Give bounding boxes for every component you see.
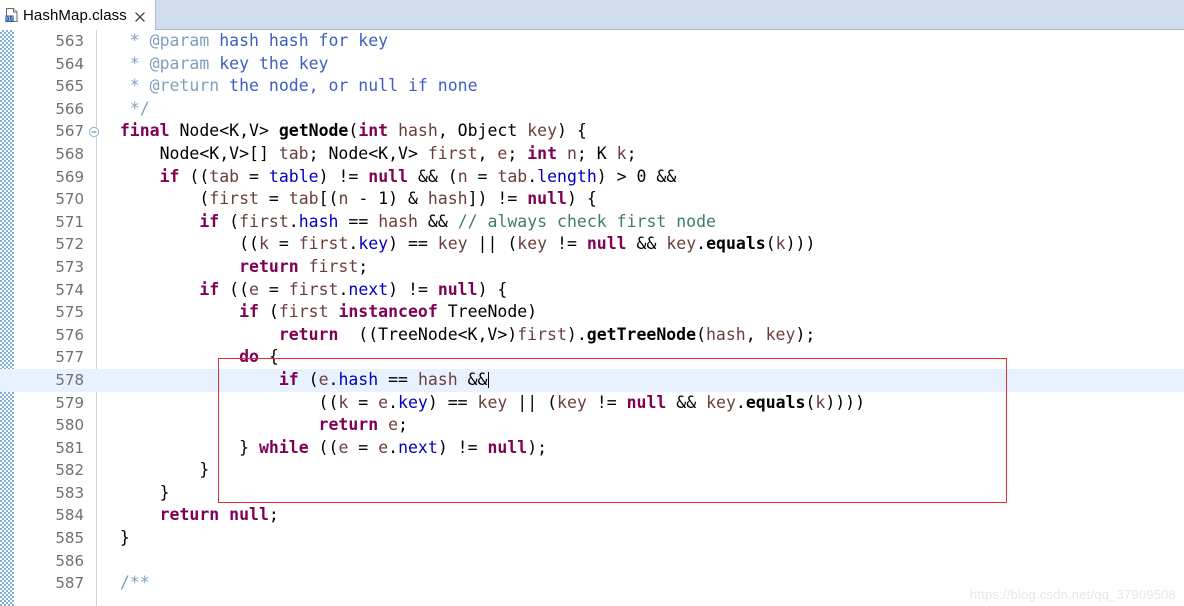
line-number: 567 <box>55 122 84 141</box>
code-line[interactable]: 585 } <box>0 527 1184 550</box>
code-line[interactable]: 569 if ((tab = table) != null && (n = ta… <box>0 166 1184 189</box>
fold-collapse-icon[interactable] <box>88 120 100 143</box>
code-text: if ((tab = table) != null && (n = tab.le… <box>159 166 677 186</box>
line-number: 571 <box>55 212 84 231</box>
line-number: 568 <box>55 144 84 163</box>
editor-tab-label: HashMap.class <box>23 6 127 24</box>
code-line[interactable]: 565 * @return the node, or null if none <box>0 75 1184 98</box>
code-line[interactable]: 579 ((k = e.key) == key || (key != null … <box>0 392 1184 415</box>
line-number: 575 <box>55 303 84 322</box>
code-text: * @return the node, or null if none <box>100 76 478 96</box>
editor-tab-bar: 010 HashMap.class <box>0 0 1184 30</box>
code-line[interactable]: 567 final Node<K,V> getNode(int hash, Ob… <box>0 120 1184 143</box>
editor-tab-hashmap-class[interactable]: 010 HashMap.class <box>0 0 156 30</box>
code-text: */ <box>100 98 150 118</box>
code-line[interactable]: 563 * @param hash hash for key <box>0 30 1184 53</box>
line-number: 564 <box>55 54 84 73</box>
code-line[interactable]: 586 <box>0 550 1184 573</box>
code-text: return ((TreeNode<K,V>)first).getTreeNod… <box>278 324 816 344</box>
line-number: 581 <box>55 438 84 457</box>
line-number: 570 <box>55 190 84 209</box>
code-line[interactable]: 574 if ((e = first.next) != null) { <box>0 279 1184 302</box>
code-text: Node<K,V>[] tab; Node<K,V> first, e; int… <box>100 143 637 163</box>
watermark: https://blog.csdn.net/qq_37909508 <box>969 587 1176 602</box>
code-text: return first; <box>239 256 369 276</box>
line-number: 586 <box>55 551 84 570</box>
line-number: 585 <box>55 529 84 548</box>
code-text: * @param key the key <box>100 53 329 73</box>
code-line[interactable]: 584 return null; <box>0 504 1184 527</box>
line-number: 573 <box>55 257 84 276</box>
svg-text:010: 010 <box>4 17 15 23</box>
code-text: ((k = first.key) == key || (key != null … <box>100 234 816 254</box>
line-number: 583 <box>55 483 84 502</box>
code-editor-area[interactable]: 563 * @param hash hash for key 564 * @par… <box>0 30 1184 606</box>
code-line[interactable]: 582 } <box>0 459 1184 482</box>
line-number: 569 <box>55 167 84 186</box>
code-text: return null; <box>159 505 279 525</box>
close-icon[interactable] <box>134 8 146 22</box>
line-number: 566 <box>55 99 84 118</box>
code-text: if (e.hash == hash && <box>278 369 489 389</box>
code-line[interactable]: 576 return ((TreeNode<K,V>)first).getTre… <box>0 324 1184 347</box>
line-number: 580 <box>55 416 84 435</box>
code-text: } <box>100 528 130 548</box>
line-number: 582 <box>55 461 84 480</box>
line-number: 563 <box>55 32 84 50</box>
code-text: final Node<K,V> getNode(int hash, Object… <box>119 121 587 141</box>
code-text: } <box>100 460 210 480</box>
code-line[interactable]: 571 if (first.hash == hash && // always … <box>0 211 1184 234</box>
code-line[interactable]: 575 if (first instanceof TreeNode) <box>0 301 1184 324</box>
code-line[interactable]: 578 if (e.hash == hash && <box>0 368 1184 392</box>
line-number: 574 <box>55 280 84 299</box>
line-number: 587 <box>55 574 84 593</box>
code-text: return e; <box>318 415 408 435</box>
line-number: 572 <box>55 235 84 254</box>
line-number: 576 <box>55 325 84 344</box>
code-text: } <box>100 482 170 502</box>
code-line[interactable]: 568 Node<K,V>[] tab; Node<K,V> first, e;… <box>0 143 1184 166</box>
code-text: if (first.hash == hash && // always chec… <box>199 211 716 231</box>
line-number: 578 <box>55 370 84 389</box>
code-text: (first = tab[(n - 1) & hash]) != null) { <box>100 189 597 209</box>
code-line[interactable]: 580 return e; <box>0 414 1184 437</box>
code-text: ((k = e.key) == key || (key != null && k… <box>100 392 866 412</box>
code-line[interactable]: 583 } <box>0 482 1184 505</box>
code-line[interactable]: 566 */ <box>0 98 1184 121</box>
code-line[interactable]: 570 (first = tab[(n - 1) & hash]) != nul… <box>0 188 1184 211</box>
code-lines: 563 * @param hash hash for key 564 * @par… <box>0 30 1184 595</box>
line-number: 584 <box>55 506 84 525</box>
code-text: if (first instanceof TreeNode) <box>239 302 538 322</box>
code-line[interactable]: 573 return first; <box>0 256 1184 279</box>
code-text: if ((e = first.next) != null) { <box>199 279 508 299</box>
code-line[interactable]: 581 } while ((e = e.next) != null); <box>0 437 1184 460</box>
code-line[interactable]: 577 do { <box>0 346 1184 369</box>
line-number: 577 <box>55 348 84 367</box>
eclipse-editor-window: 010 HashMap.class 563 * @param hash hash… <box>0 0 1184 606</box>
text-caret <box>487 371 489 388</box>
code-text: /** <box>100 573 150 593</box>
code-line[interactable]: 572 ((k = first.key) == key || (key != n… <box>0 233 1184 256</box>
code-text: * @param hash hash for key <box>100 31 389 50</box>
code-text: } while ((e = e.next) != null); <box>100 437 548 457</box>
line-number: 565 <box>55 77 84 96</box>
line-number: 579 <box>55 393 84 412</box>
class-file-icon: 010 <box>4 7 20 23</box>
code-text: do { <box>239 347 279 367</box>
code-line[interactable]: 564 * @param key the key <box>0 53 1184 76</box>
